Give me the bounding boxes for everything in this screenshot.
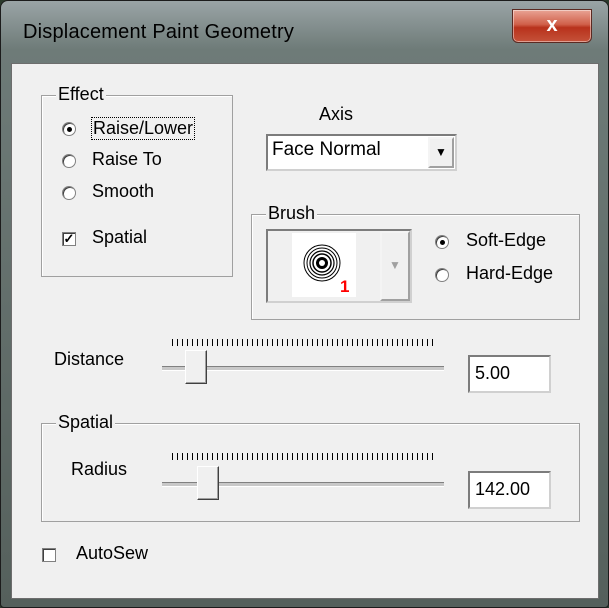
spatial-group-label: Spatial [56,412,116,433]
distance-slider-ticks [172,339,436,346]
radius-slider-ticks [172,453,436,460]
axis-dropdown-button[interactable]: ▼ [428,137,454,168]
radio-raise-lower[interactable] [62,122,76,136]
window-title: Displacement Paint Geometry [23,21,295,43]
brush-picker[interactable]: 1 ▼ [266,229,412,303]
radius-slider-thumb[interactable] [197,466,219,500]
close-button[interactable]: x [512,9,592,43]
effect-group: Effect Raise/Lower Raise To Smooth ✓ Spa… [41,84,233,277]
brush-number: 1 [340,277,350,296]
radio-soft-edge-label[interactable]: Soft-Edge [466,230,546,251]
radio-smooth[interactable] [62,186,76,200]
effect-group-label: Effect [56,84,106,105]
axis-dropdown[interactable]: Face Normal ▼ [266,134,457,171]
radius-label: Radius [71,459,128,479]
distance-label: Distance [54,349,125,369]
dialog-client-area: Effect Raise/Lower Raise To Smooth ✓ Spa… [11,63,599,599]
distance-slider-thumb[interactable] [185,350,207,384]
dialog-window: Displacement Paint Geometry x Effect Rai… [0,0,609,608]
autosew-label[interactable]: AutoSew [76,543,148,564]
autosew-checkbox[interactable] [42,548,56,562]
check-icon: ✓ [63,231,75,246]
spatial-checkbox[interactable]: ✓ [62,232,76,246]
radio-hard-edge[interactable] [435,268,449,282]
brush-group-label: Brush [266,203,318,224]
radio-raise-to[interactable] [62,154,76,168]
spatial-checkbox-label[interactable]: Spatial [92,227,147,248]
distance-input[interactable]: 5.00 [468,355,551,393]
chevron-down-icon: ▼ [389,258,401,272]
brush-group: Brush 1 ▼ Soft-Edge Hard-Edge [251,203,580,320]
brush-dropdown-button[interactable]: ▼ [380,231,410,301]
chevron-down-icon: ▼ [435,145,447,159]
radio-smooth-label[interactable]: Smooth [92,181,154,202]
axis-label: Axis [319,104,354,124]
axis-dropdown-value: Face Normal [272,139,381,160]
radio-raise-lower-label[interactable]: Raise/Lower [91,117,196,140]
title-bar[interactable]: Displacement Paint Geometry x [1,1,608,63]
brush-preview: 1 [292,233,356,297]
radius-input[interactable]: 142.00 [468,471,551,509]
radio-raise-to-label[interactable]: Raise To [92,149,162,170]
radio-hard-edge-label[interactable]: Hard-Edge [466,263,553,284]
close-icon: x [546,14,558,36]
radio-soft-edge[interactable] [435,235,449,249]
